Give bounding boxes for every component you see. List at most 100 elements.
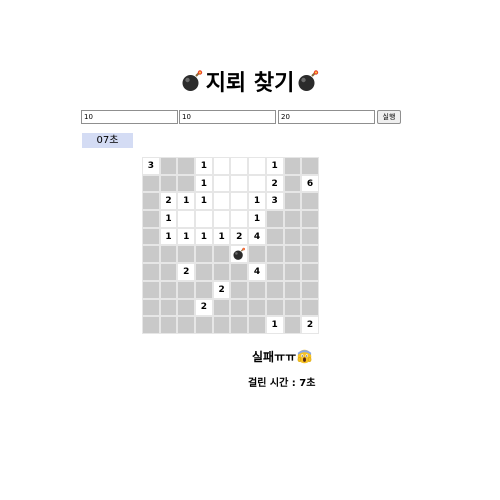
- board-cell[interactable]: [159, 316, 178, 334]
- board-cell[interactable]: 6: [301, 174, 319, 193]
- board-cell[interactable]: [212, 192, 231, 211]
- board-cell[interactable]: 1: [195, 227, 213, 246]
- board-cell[interactable]: [142, 245, 160, 264]
- board-cell[interactable]: [159, 298, 178, 317]
- cols-input[interactable]: [179, 110, 276, 124]
- board-cell[interactable]: 2: [195, 298, 213, 317]
- board-cell[interactable]: [301, 157, 319, 175]
- board-cell[interactable]: [301, 298, 319, 317]
- board-cell[interactable]: [177, 316, 196, 334]
- board-cell[interactable]: [195, 245, 213, 264]
- board-cell[interactable]: [283, 174, 302, 193]
- board-cell[interactable]: [142, 263, 160, 281]
- board-cell[interactable]: [177, 280, 196, 299]
- board-cell[interactable]: [177, 210, 196, 228]
- board-cell[interactable]: [159, 174, 178, 193]
- board-cell[interactable]: 4: [248, 227, 266, 246]
- board-cell[interactable]: 3: [142, 157, 160, 175]
- board-cell[interactable]: [301, 245, 319, 264]
- board-cell[interactable]: [212, 316, 231, 334]
- board-cell[interactable]: [283, 192, 302, 211]
- board-cell[interactable]: [142, 192, 160, 211]
- board-cell[interactable]: [230, 245, 249, 264]
- board-cell[interactable]: [248, 316, 266, 334]
- board-cell[interactable]: [142, 316, 160, 334]
- run-button[interactable]: 실행: [377, 110, 401, 124]
- board-cell[interactable]: 2: [301, 316, 319, 334]
- board-cell[interactable]: 1: [248, 210, 266, 228]
- board-cell[interactable]: [265, 227, 284, 246]
- board-cell[interactable]: 1: [177, 227, 196, 246]
- board-cell[interactable]: [212, 245, 231, 264]
- board-cell[interactable]: [230, 280, 249, 299]
- board-cell[interactable]: 1: [248, 192, 266, 211]
- board-cell[interactable]: [230, 210, 249, 228]
- board-cell[interactable]: [265, 280, 284, 299]
- board-cell[interactable]: [230, 298, 249, 317]
- board-cell[interactable]: [265, 263, 284, 281]
- board-cell[interactable]: 2: [159, 192, 178, 211]
- board-cell[interactable]: [265, 210, 284, 228]
- board-cell[interactable]: [159, 280, 178, 299]
- board-cell[interactable]: [212, 174, 231, 193]
- board-cell[interactable]: [301, 263, 319, 281]
- board-cell[interactable]: 1: [159, 227, 178, 246]
- board-cell[interactable]: [195, 210, 213, 228]
- board-cell[interactable]: [230, 192, 249, 211]
- board-cell[interactable]: [301, 280, 319, 299]
- board-cell[interactable]: [177, 245, 196, 264]
- board-cell[interactable]: [142, 227, 160, 246]
- board-cell[interactable]: [283, 316, 302, 334]
- board-cell[interactable]: 2: [177, 263, 196, 281]
- board-cell[interactable]: [283, 227, 302, 246]
- board-cell[interactable]: [301, 210, 319, 228]
- board-cell[interactable]: [248, 157, 266, 175]
- board-cell[interactable]: 2: [265, 174, 284, 193]
- board-cell[interactable]: 1: [265, 157, 284, 175]
- board-cell[interactable]: 4: [248, 263, 266, 281]
- board-cell[interactable]: [248, 298, 266, 317]
- board-cell[interactable]: [283, 210, 302, 228]
- board-cell[interactable]: 1: [195, 157, 213, 175]
- board-cell[interactable]: [301, 192, 319, 211]
- board-cell[interactable]: 3: [265, 192, 284, 211]
- board-cell[interactable]: [283, 263, 302, 281]
- rows-input[interactable]: [81, 110, 178, 124]
- board-cell[interactable]: 2: [212, 280, 231, 299]
- board-cell[interactable]: 1: [177, 192, 196, 211]
- board-cell[interactable]: [195, 263, 213, 281]
- board-cell[interactable]: [230, 157, 249, 175]
- board-cell[interactable]: [248, 245, 266, 264]
- board-cell[interactable]: [301, 227, 319, 246]
- board-cell[interactable]: [265, 298, 284, 317]
- board-cell[interactable]: 1: [195, 174, 213, 193]
- board-cell[interactable]: 1: [195, 192, 213, 211]
- board-cell[interactable]: [283, 245, 302, 264]
- board-cell[interactable]: [177, 174, 196, 193]
- board-cell[interactable]: [212, 263, 231, 281]
- board-cell[interactable]: [159, 157, 178, 175]
- board-cell[interactable]: [142, 298, 160, 317]
- board-cell[interactable]: 1: [159, 210, 178, 228]
- board-cell[interactable]: [265, 245, 284, 264]
- board-cell[interactable]: [177, 298, 196, 317]
- board-cell[interactable]: [212, 298, 231, 317]
- board-cell[interactable]: [230, 316, 249, 334]
- board-cell[interactable]: 2: [230, 227, 249, 246]
- board-cell[interactable]: [195, 280, 213, 299]
- board-cell[interactable]: [177, 157, 196, 175]
- board-cell[interactable]: [283, 157, 302, 175]
- board-cell[interactable]: [283, 280, 302, 299]
- board-cell[interactable]: [230, 174, 249, 193]
- board-cell[interactable]: [142, 210, 160, 228]
- board-cell[interactable]: [212, 210, 231, 228]
- board-cell[interactable]: [283, 298, 302, 317]
- board-cell[interactable]: [212, 157, 231, 175]
- board-cell[interactable]: 1: [212, 227, 231, 246]
- board-cell[interactable]: [142, 280, 160, 299]
- board-cell[interactable]: [159, 245, 178, 264]
- board-cell[interactable]: 1: [265, 316, 284, 334]
- board-cell[interactable]: [195, 316, 213, 334]
- mines-input[interactable]: [278, 110, 375, 124]
- board-cell[interactable]: [248, 174, 266, 193]
